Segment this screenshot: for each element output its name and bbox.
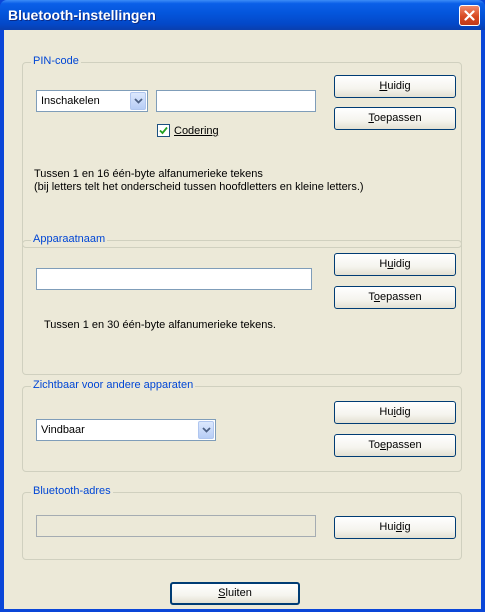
address-current-label-pre: Hui [379, 521, 396, 533]
close-button[interactable] [459, 5, 480, 26]
device-name-legend: Apparaatnaam [31, 233, 108, 245]
pin-code-input[interactable] [156, 90, 316, 112]
close-label-key: S [218, 587, 226, 599]
pin-apply-button[interactable]: Toepassen [334, 107, 456, 130]
close-dialog-button[interactable]: Sluiten [170, 582, 300, 605]
pin-current-button[interactable]: Huidig [334, 75, 456, 98]
chevron-down-icon[interactable] [130, 92, 146, 110]
bluetooth-address-legend: Bluetooth-adres [31, 485, 113, 497]
encryption-checkbox[interactable] [157, 124, 170, 137]
visibility-apply-button[interactable]: Toepassen [334, 434, 456, 457]
visibility-current-button[interactable]: Huidig [334, 401, 456, 424]
visibility-current-label-post: dig [395, 406, 411, 418]
visibility-select[interactable]: Vindbaar [36, 419, 216, 441]
pin-mode-value: Inschakelen [41, 95, 100, 107]
bluetooth-address-current-button[interactable]: Huidig [334, 516, 456, 539]
visibility-current-label-pre: Hu [379, 406, 394, 418]
visibility-apply-label-post: passen [386, 439, 422, 451]
bluetooth-address-field [36, 515, 316, 537]
pin-mode-select[interactable]: Inschakelen [36, 90, 148, 112]
device-name-apply-label-post: epassen [380, 291, 422, 303]
pin-apply-label-post: oepassen [373, 112, 422, 124]
device-name-info: Tussen 1 en 30 één-byte alfanumerieke te… [44, 319, 276, 331]
pin-info-line1: Tussen 1 en 16 één-byte alfanumerieke te… [34, 168, 263, 180]
device-name-current-label-post: idig [393, 258, 411, 270]
pin-current-label-post: uidig [387, 80, 411, 92]
device-name-apply-button[interactable]: Toepassen [334, 286, 456, 309]
dialog-body: PIN-code Inschakelen Codering Tussen 1 e… [4, 30, 481, 609]
window-title: Bluetooth-instellingen [8, 7, 156, 23]
title-bar[interactable]: Bluetooth-instellingen [0, 0, 485, 30]
pin-info-line2: (bij letters telt het onderscheid tussen… [34, 181, 364, 193]
chevron-down-icon[interactable] [198, 421, 214, 439]
close-label-post: luiten [225, 587, 252, 599]
encryption-label[interactable]: Codering [174, 125, 219, 137]
dialog-window: Bluetooth-instellingen PIN-code Inschake… [0, 0, 485, 612]
device-name-input[interactable] [36, 268, 312, 290]
pin-code-legend: PIN-code [31, 55, 81, 67]
visibility-legend: Zichtbaar voor andere apparaten [31, 379, 196, 391]
device-name-current-button[interactable]: Huidig [334, 253, 456, 276]
address-current-label-post: ig [402, 521, 411, 533]
visibility-value: Vindbaar [41, 424, 85, 436]
visibility-apply-label-pre: To [368, 439, 380, 451]
